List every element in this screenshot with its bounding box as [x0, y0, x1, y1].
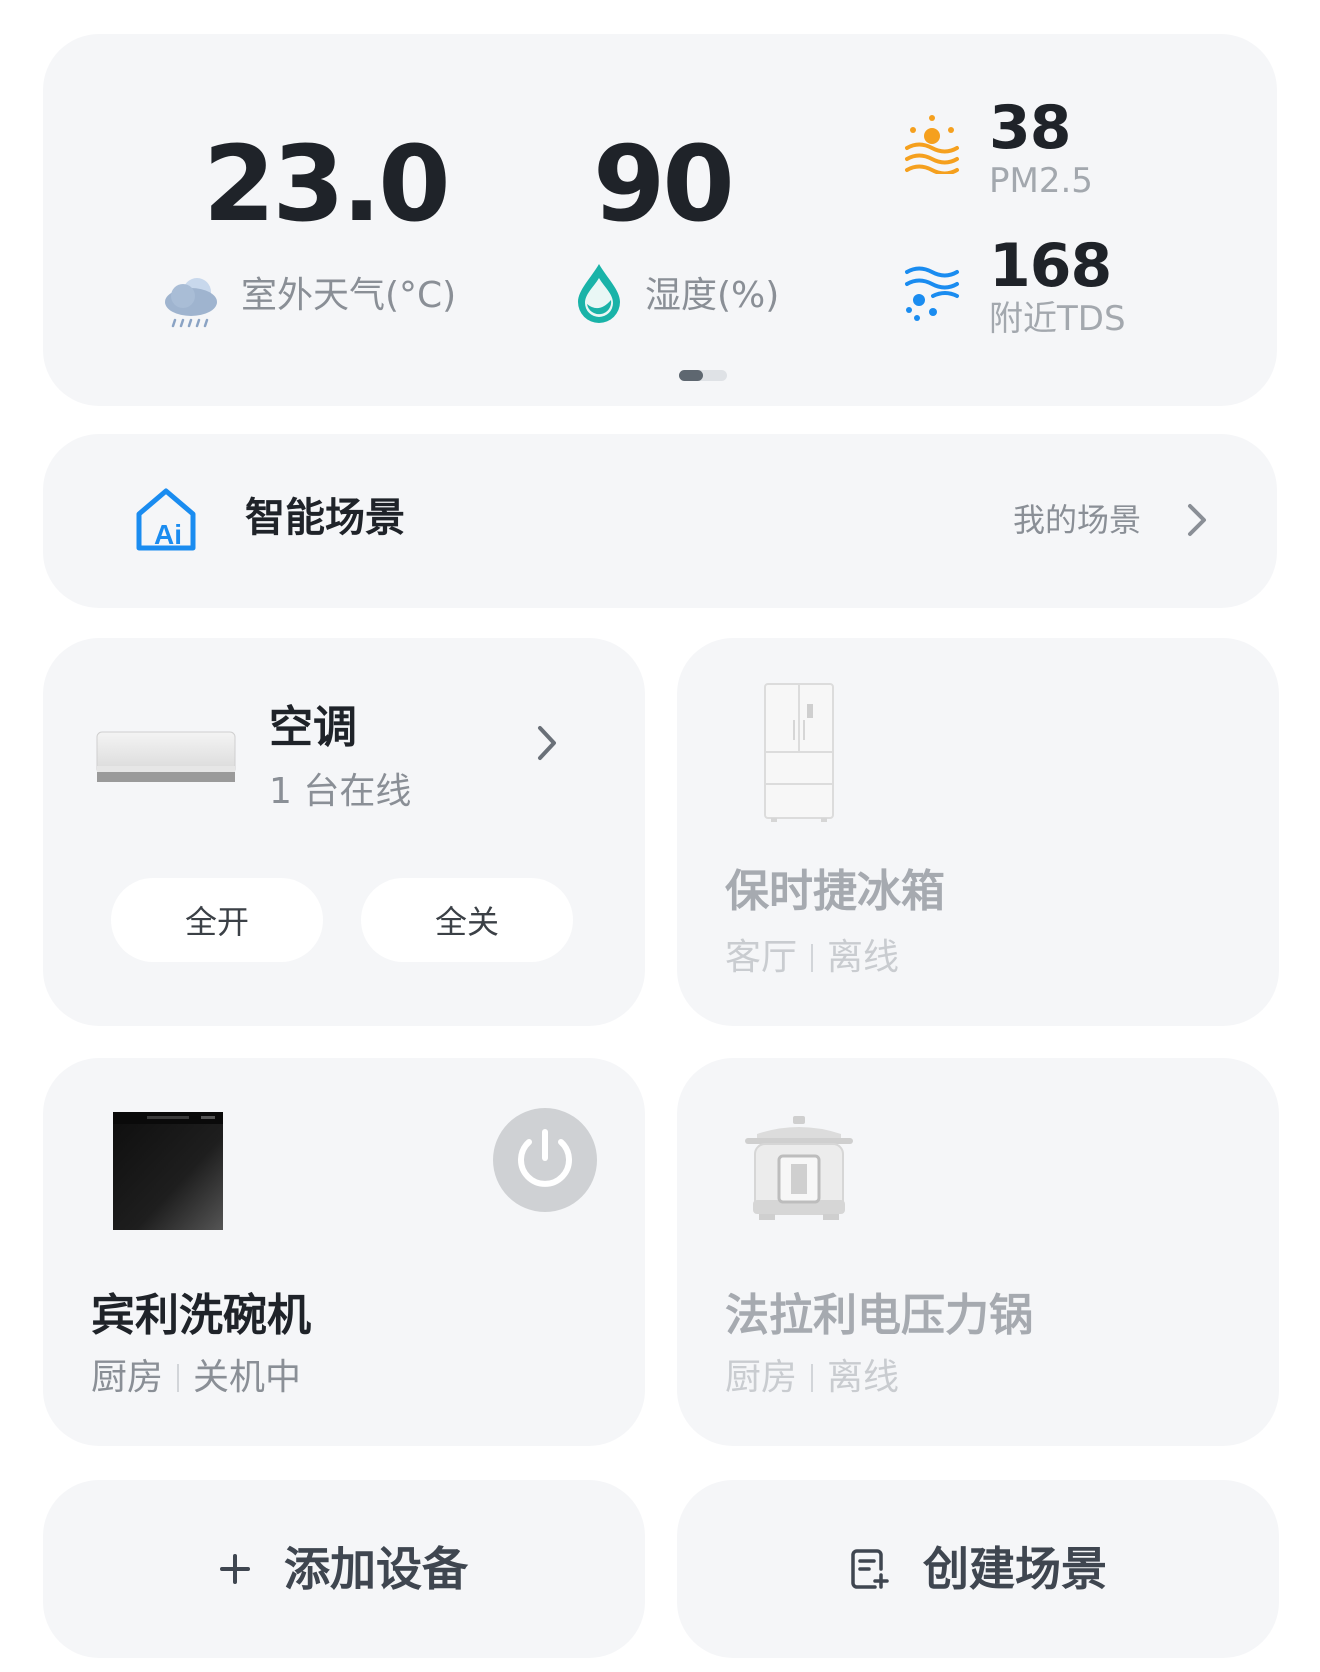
add-device-label: 添加设备: [284, 1542, 468, 1596]
smart-scene-card[interactable]: Ai 智能场景 我的场景: [43, 434, 1277, 608]
pressure-cooker-card[interactable]: 法拉利电压力锅 厨房 离线: [677, 1058, 1279, 1446]
dishwasher-card[interactable]: 宾利洗碗机 厨房 关机中: [43, 1058, 645, 1446]
water-waves-icon: [903, 262, 961, 326]
chevron-right-icon[interactable]: [1185, 502, 1209, 542]
air-conditioner-card[interactable]: 空调 1 台在线 全开 全关: [43, 638, 645, 1026]
device-room: 厨房: [91, 1357, 164, 1398]
device-room: 厨房: [725, 1357, 798, 1398]
tds-label: 附近TDS: [989, 299, 1126, 339]
my-scenes-link[interactable]: 我的场景: [1013, 504, 1141, 536]
pm25-value: 38: [989, 93, 1071, 163]
all-on-button[interactable]: 全开: [111, 878, 323, 962]
status-divider: [177, 1364, 180, 1392]
air-conditioner-icon: [95, 730, 237, 790]
svg-text:Ai: Ai: [154, 519, 182, 550]
refrigerator-card[interactable]: 保时捷冰箱 客厅 离线: [677, 638, 1279, 1026]
power-button[interactable]: [493, 1108, 597, 1212]
page-indicator-active: [679, 370, 703, 381]
device-name: 保时捷冰箱: [725, 866, 945, 917]
pressure-cooker-icon: [739, 1116, 859, 1230]
chevron-right-icon[interactable]: [535, 724, 559, 766]
water-drop-icon: [573, 260, 625, 330]
create-scene-label: 创建场景: [923, 1542, 1107, 1596]
status-divider: [811, 1364, 814, 1392]
device-state: 离线: [827, 1357, 900, 1398]
power-icon: [518, 1129, 572, 1187]
device-name: 空调: [269, 702, 357, 753]
tds-value: 168: [989, 231, 1112, 301]
device-state: 离线: [827, 937, 900, 978]
haze-sun-icon: [903, 114, 961, 178]
refrigerator-icon: [763, 682, 835, 828]
humidity-label: 湿度(%): [645, 275, 780, 316]
environment-card[interactable]: 23.0 室外天气(°C) 90 湿度(%) 38 PM2.5 168 附近TD…: [43, 34, 1277, 406]
dishwasher-icon: [113, 1112, 223, 1234]
scene-add-icon: [849, 1547, 889, 1591]
device-state: 关机中: [193, 1357, 302, 1398]
page-indicator: [679, 370, 727, 381]
cloud-rain-icon: [161, 268, 223, 334]
outdoor-temperature-label: 室外天气(°C): [241, 275, 457, 316]
plus-icon: [220, 1554, 250, 1584]
smart-scene-title: 智能场景: [245, 495, 405, 541]
device-online-count: 1 台在线: [269, 771, 412, 812]
outdoor-temperature-value: 23.0: [203, 123, 451, 245]
device-room-status: 厨房 关机中: [91, 1360, 301, 1396]
add-device-button[interactable]: 添加设备: [43, 1480, 645, 1658]
device-room: 客厅: [725, 937, 798, 978]
humidity-value: 90: [593, 123, 735, 245]
status-divider: [811, 944, 814, 972]
device-name: 法拉利电压力锅: [725, 1290, 1033, 1341]
ai-home-icon: Ai: [131, 484, 201, 558]
device-name: 宾利洗碗机: [91, 1290, 311, 1341]
device-room-status: 厨房 离线: [725, 1360, 899, 1396]
device-room-status: 客厅 离线: [725, 940, 899, 976]
all-off-button[interactable]: 全关: [361, 878, 573, 962]
create-scene-button[interactable]: 创建场景: [677, 1480, 1279, 1658]
pm25-label: PM2.5: [989, 161, 1093, 201]
